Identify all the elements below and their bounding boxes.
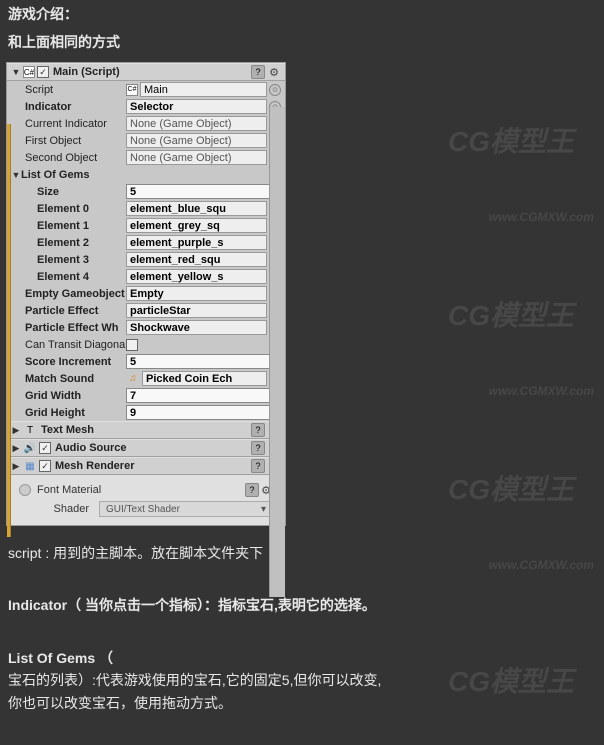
prop-second-object: Second Object None (Game Object) ⊙ — [7, 149, 285, 166]
material-section: Font Material ? ⚙ Shader GUI/Text Shader… — [7, 475, 285, 525]
prop-script: Script C# Main ⊙ — [7, 81, 285, 98]
size-input[interactable]: 5 — [126, 184, 281, 199]
help-icon[interactable]: ? — [251, 459, 265, 473]
grid-height-input[interactable]: 9 — [126, 405, 281, 420]
diagonal-checkbox[interactable] — [126, 339, 138, 351]
prop-first-object: First Object None (Game Object) ⊙ — [7, 132, 285, 149]
empty-go-field[interactable]: Empty — [126, 286, 267, 301]
object-picker-icon[interactable]: ⊙ — [269, 84, 281, 96]
prop-match-sound: Match Sound ♫Picked Coin Ech⊙ — [7, 370, 285, 387]
foldout-icon[interactable]: ▶ — [11, 443, 21, 453]
component-header-audio[interactable]: ▶ 🔊 ✓ Audio Source ? ⚙ — [7, 439, 285, 457]
watermark: CG模型王 — [448, 294, 574, 334]
component-title: Mesh Renderer — [53, 460, 249, 472]
audio-icon: 🔊 — [23, 441, 37, 455]
prop-particle-effect: Particle Effect particleStar⊙ — [7, 302, 285, 319]
prop-grid-height: Grid Height 9 — [7, 404, 285, 421]
script-icon: C# — [126, 84, 138, 96]
desc-indicator: Indicator（ 当你点击一个指标）：指标宝石,表明它的选择。 — [0, 584, 604, 636]
prop-element-4: Element 4 element_yellow_s⊙ — [7, 268, 285, 285]
element-4-field[interactable]: element_yellow_s — [126, 269, 267, 284]
help-icon[interactable]: ? — [251, 65, 265, 79]
watermark-url: www.CGMXW.com — [489, 210, 594, 224]
prop-list-gems[interactable]: ▼ List Of Gems — [7, 166, 285, 183]
gear-icon[interactable]: ⚙ — [267, 65, 281, 79]
pe-field[interactable]: particleStar — [126, 303, 267, 318]
prop-can-transit-diagonal: Can Transit Diagonal — [7, 336, 285, 353]
shader-label: Shader — [19, 503, 99, 515]
score-input[interactable]: 5 — [126, 354, 281, 369]
prop-score-increment: Score Increment 5 — [7, 353, 285, 370]
first-object-field[interactable]: None (Game Object) — [126, 133, 267, 148]
script-icon: C# — [23, 66, 35, 78]
scrollbar-vertical[interactable] — [269, 107, 285, 597]
material-icon — [19, 484, 31, 496]
help-icon[interactable]: ? — [251, 441, 265, 455]
component-title: Main (Script) — [51, 66, 249, 78]
watermark: CG模型王 — [448, 468, 574, 508]
prop-empty-gameobject: Empty Gameobject Empty⊙ — [7, 285, 285, 302]
mesh-renderer-icon: ▦ — [23, 459, 37, 473]
prop-current-indicator: Current Indicator None (Game Object) ⊙ — [7, 115, 285, 132]
script-field[interactable]: Main — [140, 82, 267, 97]
enable-checkbox[interactable]: ✓ — [39, 442, 51, 454]
chevron-down-icon: ▾ — [261, 504, 266, 515]
desc-list-gems: List Of Gems （ 宝石的列表）:代表游戏使用的宝石,它的固定5,但你… — [0, 637, 604, 734]
prop-element-0: Element 0 element_blue_squ⊙ — [7, 200, 285, 217]
prop-element-1: Element 1 element_grey_sq⊙ — [7, 217, 285, 234]
prop-grid-width: Grid Width 7 — [7, 387, 285, 404]
foldout-icon[interactable]: ▼ — [11, 170, 21, 180]
element-1-field[interactable]: element_grey_sq — [126, 218, 267, 233]
enable-checkbox[interactable]: ✓ — [37, 66, 49, 78]
component-title: Audio Source — [53, 442, 249, 454]
foldout-icon[interactable]: ▼ — [11, 67, 21, 77]
watermark-url: www.CGMXW.com — [489, 384, 594, 398]
foldout-icon[interactable]: ▶ — [11, 425, 21, 435]
element-3-field[interactable]: element_red_squ — [126, 252, 267, 267]
foldout-icon[interactable]: ▶ — [11, 461, 21, 471]
intro-subtitle: 和上面相同的方式 — [0, 28, 604, 56]
inspector-panel: ▼ C# ✓ Main (Script) ? ⚙ Script C# Main … — [6, 62, 286, 526]
material-name: Font Material — [31, 484, 245, 496]
pew-field[interactable]: Shockwave — [126, 320, 267, 335]
second-object-field[interactable]: None (Game Object) — [126, 150, 267, 165]
prop-indicator: Indicator Selector ⊙ — [7, 98, 285, 115]
element-0-field[interactable]: element_blue_squ — [126, 201, 267, 216]
indicator-field[interactable]: Selector — [126, 99, 267, 114]
element-2-field[interactable]: element_purple_s — [126, 235, 267, 250]
audio-clip-icon: ♫ — [126, 372, 140, 386]
grid-width-input[interactable]: 7 — [126, 388, 281, 403]
match-sound-field[interactable]: Picked Coin Ech — [142, 371, 267, 386]
component-header-main[interactable]: ▼ C# ✓ Main (Script) ? ⚙ — [7, 63, 285, 81]
watermark: CG模型王 — [448, 120, 574, 160]
prop-element-2: Element 2 element_purple_s⊙ — [7, 234, 285, 251]
prefab-override-bar — [7, 124, 11, 537]
intro-title: 游戏介绍： — [0, 0, 604, 28]
component-header-mesh-renderer[interactable]: ▶ ▦ ✓ Mesh Renderer ? ⚙ — [7, 457, 285, 475]
shader-dropdown[interactable]: GUI/Text Shader ▾ — [99, 501, 273, 517]
help-icon[interactable]: ? — [245, 483, 259, 497]
component-header-textmesh[interactable]: ▶ T Text Mesh ? ⚙ — [7, 421, 285, 439]
current-indicator-field[interactable]: None (Game Object) — [126, 116, 267, 131]
enable-checkbox[interactable]: ✓ — [39, 460, 51, 472]
prop-particle-effect-wh: Particle Effect Wh Shockwave⊙ — [7, 319, 285, 336]
textmesh-icon: T — [23, 423, 37, 437]
prop-size: Size 5 — [7, 183, 285, 200]
component-title: Text Mesh — [39, 424, 249, 436]
prop-element-3: Element 3 element_red_squ⊙ — [7, 251, 285, 268]
help-icon[interactable]: ? — [251, 423, 265, 437]
desc-script: script : 用到的主脚本。放在脚本文件夹下 — [0, 532, 604, 584]
